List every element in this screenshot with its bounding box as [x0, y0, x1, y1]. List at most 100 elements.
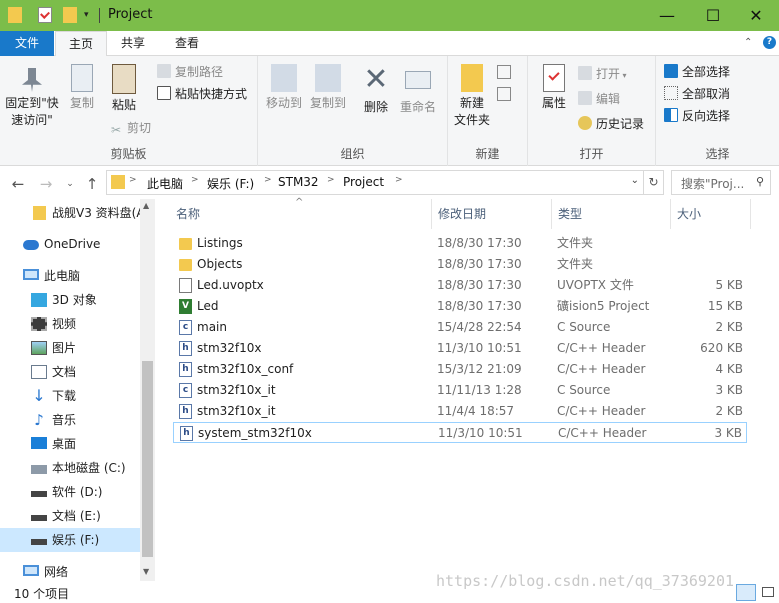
paste-button[interactable]: 粘贴	[106, 64, 142, 114]
scroll-up-icon[interactable]: ▲	[143, 201, 149, 210]
file-date: 11/3/10 10:51	[437, 341, 522, 355]
table-row[interactable]: h stm32f10x_conf 15/3/12 21:09 C/C++ Header…	[173, 359, 747, 380]
nav-item-documents[interactable]: 文档	[0, 360, 140, 384]
copy-path-button[interactable]: 复制路径	[157, 62, 223, 82]
chevron-right-icon[interactable]: >	[129, 175, 137, 185]
table-row[interactable]: Led.uvoptx 18/8/30 17:30 UVOPTX 文件 5 KB	[173, 275, 747, 296]
search-input[interactable]: 搜索"Proj... ⚲	[671, 170, 771, 195]
invert-selection-button[interactable]: 反向选择	[664, 106, 730, 126]
navigation-pane: 战舰V3 资料盘(A OneDrive 此电脑 3D 对象 视频 图片 文档 ↓…	[0, 199, 155, 581]
nav-item-desktop[interactable]: 桌面	[0, 432, 140, 456]
scroll-down-icon[interactable]: ▼	[143, 567, 149, 576]
header-file-icon: h	[179, 341, 192, 356]
history-icon	[578, 116, 592, 130]
new-folder-icon	[461, 64, 483, 92]
maximize-button[interactable]: ☐	[690, 0, 736, 31]
address-bar[interactable]: > 此电脑 > 娱乐 (F:) > STM32 > Project > ⌄	[106, 170, 644, 195]
copy-button[interactable]: 复制	[64, 64, 100, 112]
paste-shortcut-button[interactable]: 粘贴快捷方式	[157, 84, 247, 104]
breadcrumb-project[interactable]: Project	[343, 175, 384, 189]
table-row[interactable]: h stm32f10x 11/3/10 10:51 C/C++ Header 620 K…	[173, 338, 747, 359]
nav-item-drive-f[interactable]: 娱乐 (F:)	[0, 528, 140, 552]
easy-access-icon[interactable]	[497, 87, 511, 101]
properties-quick-icon[interactable]	[38, 7, 52, 23]
column-header-type[interactable]: 类型	[552, 199, 671, 229]
nav-item-pictures[interactable]: 图片	[0, 336, 140, 360]
nav-item-3d-objects[interactable]: 3D 对象	[0, 288, 140, 312]
forward-arrow-icon[interactable]: →	[37, 175, 55, 193]
collapse-ribbon-icon[interactable]: ⌃	[744, 37, 752, 48]
select-all-icon	[664, 64, 678, 78]
up-arrow-icon[interactable]: ↑	[83, 175, 101, 193]
nav-item-label: 3D 对象	[52, 293, 97, 307]
minimize-button[interactable]: —	[644, 0, 690, 31]
table-row[interactable]: Listings 18/8/30 17:30 文件夹	[173, 233, 747, 254]
video-icon	[31, 317, 47, 331]
nav-item-music[interactable]: ♪ 音乐	[0, 408, 140, 432]
computer-icon	[23, 269, 39, 280]
move-to-icon	[271, 64, 297, 92]
new-item-icon[interactable]	[497, 65, 511, 79]
column-header-date[interactable]: 修改日期	[432, 199, 552, 229]
refresh-icon[interactable]: ↻	[644, 170, 664, 195]
chevron-right-icon[interactable]: >	[327, 175, 335, 185]
new-folder-button[interactable]: 新建 文件夹	[452, 64, 492, 129]
nav-item-label: 本地磁盘 (C:)	[52, 461, 126, 475]
cut-button[interactable]: ✂ 剪切	[109, 118, 151, 138]
breadcrumb-this-pc[interactable]: 此电脑	[147, 175, 183, 192]
column-header-size[interactable]: 大小	[671, 199, 751, 229]
rename-button[interactable]: 重命名	[396, 64, 440, 116]
close-button[interactable]: ✕	[733, 0, 779, 31]
address-dropdown-icon[interactable]: ⌄	[631, 175, 639, 186]
open-button[interactable]: 打开 ▾	[578, 64, 627, 84]
tab-home[interactable]: 主页	[55, 31, 107, 57]
new-folder-quick-icon[interactable]	[63, 7, 77, 23]
back-arrow-icon[interactable]: ←	[9, 175, 27, 193]
nav-item-onedrive[interactable]: OneDrive	[0, 232, 140, 256]
chevron-right-icon[interactable]: >	[191, 175, 199, 185]
delete-button[interactable]: ✕ 删除	[358, 64, 394, 116]
tab-file[interactable]: 文件	[0, 31, 54, 56]
table-row[interactable]: h system_stm32f10x 11/3/10 10:51 C/C++ Head…	[173, 422, 747, 443]
table-row[interactable]: c stm32f10x_it 11/11/13 1:28 C Source 3 KB	[173, 380, 747, 401]
address-row: ← → ⌄ ↑ > 此电脑 > 娱乐 (F:) > STM32 > Projec…	[0, 167, 779, 199]
help-icon[interactable]: ?	[763, 36, 776, 49]
details-view-icon[interactable]	[736, 584, 756, 601]
file-type: UVOPTX 文件	[557, 278, 634, 292]
file-date: 18/8/30 17:30	[437, 278, 522, 292]
nav-item-downloads[interactable]: ↓ 下载	[0, 384, 140, 408]
nav-scroll-thumb[interactable]	[142, 361, 153, 557]
move-to-label: 移动到	[265, 96, 302, 110]
chevron-right-icon[interactable]: >	[264, 175, 272, 185]
file-name: Objects	[197, 257, 243, 271]
move-to-button[interactable]: 移动到	[264, 64, 304, 112]
nav-item-this-pc[interactable]: 此电脑	[0, 264, 140, 288]
history-button[interactable]: 历史记录	[578, 114, 644, 134]
tab-share[interactable]: 共享	[110, 31, 156, 56]
select-none-button[interactable]: 全部取消	[664, 84, 730, 104]
edit-button[interactable]: 编辑	[578, 89, 620, 109]
nav-item-videos[interactable]: 视频	[0, 312, 140, 336]
copy-to-button[interactable]: 复制到	[308, 64, 348, 112]
breadcrumb-stm32[interactable]: STM32	[278, 175, 319, 189]
file-type: C Source	[557, 320, 611, 334]
customize-quick-access-icon[interactable]: ▾	[84, 7, 94, 23]
table-row[interactable]: V Led 18/8/30 17:30 礦ision5 Project 15 KB	[173, 296, 747, 317]
chevron-right-icon[interactable]: >	[395, 175, 403, 185]
nav-item-drive-e[interactable]: 文档 (E:)	[0, 504, 140, 528]
pin-quick-access-button[interactable]: 固定到"快 速访问"	[4, 64, 60, 129]
table-row[interactable]: c main 15/4/28 22:54 C Source 2 KB	[173, 317, 747, 338]
nav-item-quick-folder[interactable]: 战舰V3 资料盘(A	[0, 201, 140, 225]
nav-item-drive-c[interactable]: 本地磁盘 (C:)	[0, 456, 140, 480]
select-all-button[interactable]: 全部选择	[664, 62, 730, 82]
breadcrumb-drive[interactable]: 娱乐 (F:)	[207, 175, 254, 192]
large-icons-view-icon[interactable]	[758, 584, 778, 601]
recent-locations-chevron-icon[interactable]: ⌄	[61, 175, 79, 193]
nav-item-drive-d[interactable]: 软件 (D:)	[0, 480, 140, 504]
column-header-name[interactable]: 名称	[170, 199, 432, 229]
edit-label: 编辑	[596, 92, 621, 106]
properties-button[interactable]: 属性	[534, 64, 574, 112]
table-row[interactable]: h stm32f10x_it 11/4/4 18:57 C/C++ Header 2 K…	[173, 401, 747, 422]
table-row[interactable]: Objects 18/8/30 17:30 文件夹	[173, 254, 747, 275]
tab-view[interactable]: 查看	[164, 31, 210, 56]
